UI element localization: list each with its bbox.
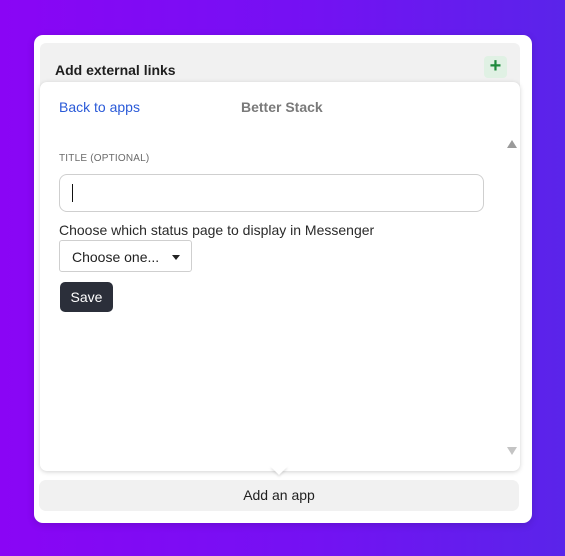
status-page-select[interactable]: Choose one... [59,240,192,272]
add-app-button[interactable]: Add an app [39,480,519,511]
app-name-heading: Better Stack [241,99,323,115]
scroll-up-arrow-icon[interactable] [507,140,517,148]
app-config-panel: Back to apps Better Stack TITLE (OPTIONA… [40,82,520,471]
scroll-down-arrow-icon[interactable] [507,447,517,455]
back-to-apps-link[interactable]: Back to apps [59,99,140,115]
title-input[interactable] [59,174,484,212]
add-external-link-button[interactable]: + [484,56,507,78]
status-page-label: Choose which status page to display in M… [59,222,375,238]
panel-pointer-arrow [270,466,288,475]
dropdown-caret-icon [172,255,180,260]
text-cursor [72,184,73,202]
plus-icon: + [489,55,502,77]
header-title: Add external links [55,62,176,78]
title-field-label: TITLE (OPTIONAL) [59,153,150,164]
save-button[interactable]: Save [60,282,113,312]
status-page-select-value: Choose one... [72,249,160,265]
